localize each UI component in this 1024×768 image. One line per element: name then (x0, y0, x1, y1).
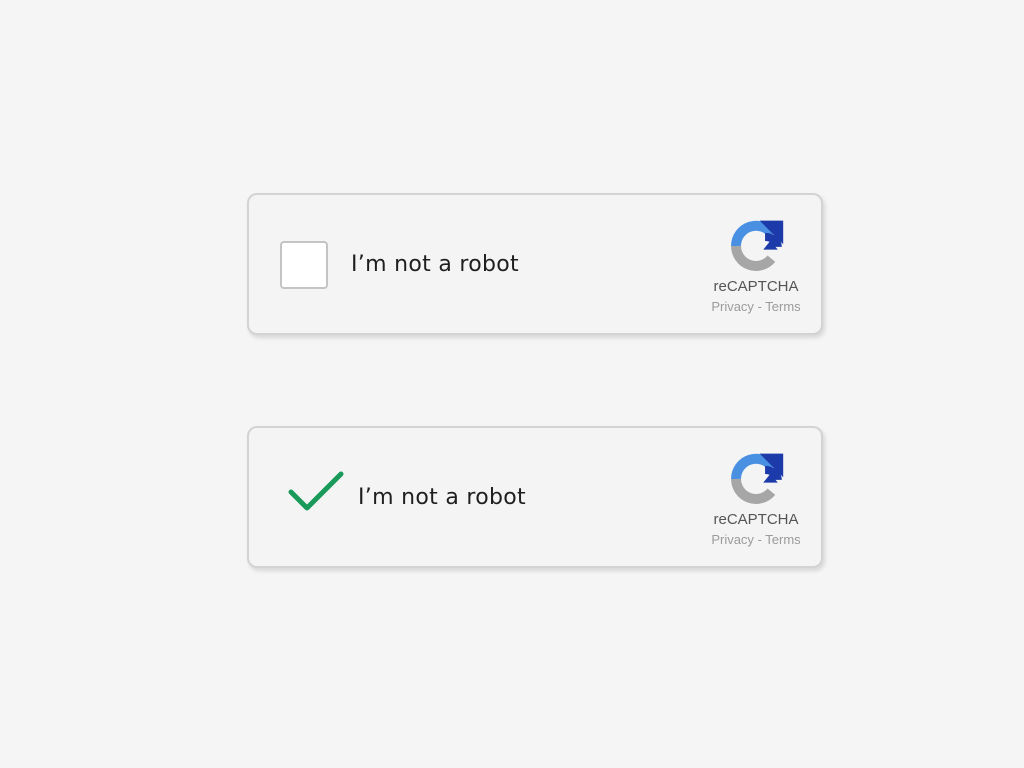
recaptcha-branding: reCAPTCHA Privacy - Terms (701, 217, 811, 327)
not-robot-checkbox[interactable] (280, 241, 328, 289)
recaptcha-links: Privacy - Terms (701, 299, 811, 315)
recaptcha-links: Privacy - Terms (701, 532, 811, 548)
recaptcha-branding: reCAPTCHA Privacy - Terms (701, 450, 811, 560)
privacy-link[interactable]: Privacy (711, 299, 754, 314)
not-robot-label: I’m not a robot (351, 252, 519, 277)
terms-link[interactable]: Terms (765, 532, 800, 547)
recaptcha-logo-icon (731, 220, 784, 271)
not-robot-label: I’m not a robot (358, 485, 526, 510)
recaptcha-brand-name: reCAPTCHA (713, 511, 799, 528)
terms-link[interactable]: Terms (765, 299, 800, 314)
recaptcha-widget-checked: I’m not a robot reCAPTCHA Privacy - Term… (247, 426, 823, 568)
recaptcha-widget-unchecked: I’m not a robot reCAPTCHA Privacy - Term… (247, 193, 823, 335)
recaptcha-logo-icon (731, 453, 784, 504)
green-checkmark-icon[interactable] (287, 470, 345, 514)
privacy-link[interactable]: Privacy (711, 532, 754, 547)
recaptcha-brand-name: reCAPTCHA (713, 278, 799, 295)
